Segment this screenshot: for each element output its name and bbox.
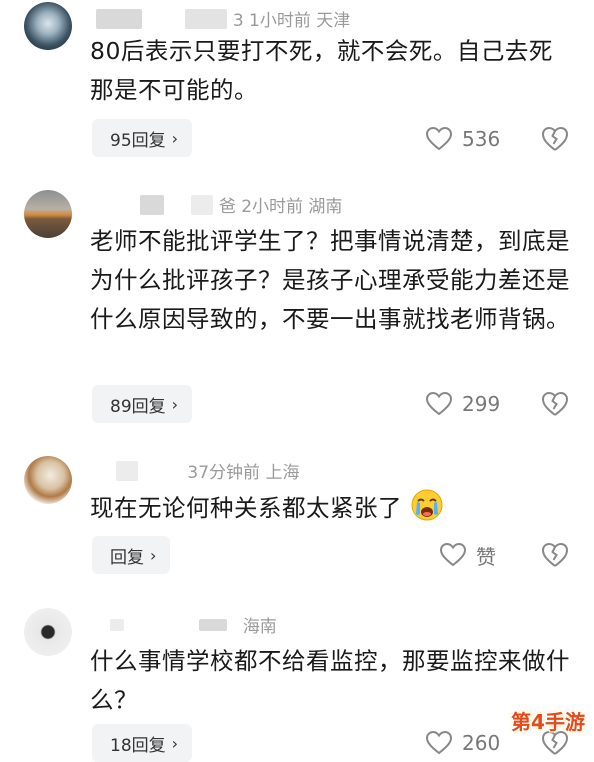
chevron-right-icon: › bbox=[171, 128, 179, 148]
comment-text-body: 现在无论何种关系都太紧张了 bbox=[90, 494, 402, 522]
reply-label: 回复 bbox=[110, 547, 144, 568]
comment-text: 80后表示只要打不死，就不会死。自己去死那是不可能的。 bbox=[90, 37, 553, 104]
comment-meta: 37分钟前 上海 bbox=[96, 458, 300, 483]
broken-heart-icon[interactable] bbox=[541, 391, 569, 417]
reply-button[interactable]: 89回复 › bbox=[92, 385, 193, 423]
comment-meta: 3 1小时前 天津 bbox=[96, 6, 351, 31]
reply-label: 18回复 bbox=[110, 735, 166, 756]
crying-face-emoji bbox=[411, 489, 443, 521]
comment-text: 现在无论何种关系都太紧张了 bbox=[90, 488, 570, 528]
like-count: 260 bbox=[462, 731, 501, 755]
like-button[interactable]: 536 bbox=[426, 124, 500, 154]
avatar[interactable] bbox=[24, 608, 72, 656]
broken-heart-icon[interactable] bbox=[541, 542, 569, 568]
reply-button[interactable]: 回复 › bbox=[92, 536, 171, 574]
heart-outline-icon bbox=[426, 127, 452, 151]
heart-outline-icon bbox=[426, 731, 452, 755]
meta-text: 3 1小时前 天津 bbox=[232, 11, 351, 31]
avatar[interactable] bbox=[24, 2, 72, 50]
like-count: 536 bbox=[462, 127, 501, 151]
heart-outline-icon bbox=[440, 543, 466, 567]
meta-text: 海南 bbox=[242, 617, 277, 637]
like-button[interactable]: 299 bbox=[426, 389, 500, 419]
meta-text: 爸 2小时前 湖南 bbox=[218, 197, 343, 217]
comment-meta: 爸 2小时前 湖南 bbox=[140, 192, 343, 217]
avatar[interactable] bbox=[24, 190, 72, 238]
comment-text: 什么事情学校都不给看监控，那要监控来做什么？ bbox=[90, 647, 570, 714]
chevron-right-icon: › bbox=[171, 733, 179, 753]
like-label: 赞 bbox=[476, 544, 496, 569]
reply-button[interactable]: 18回复 › bbox=[92, 724, 193, 762]
meta-text: 37分钟前 上海 bbox=[187, 463, 300, 483]
avatar[interactable] bbox=[24, 456, 72, 504]
broken-heart-icon[interactable] bbox=[541, 126, 569, 152]
chevron-right-icon: › bbox=[171, 394, 179, 414]
like-count: 299 bbox=[462, 392, 501, 416]
chevron-right-icon: › bbox=[150, 545, 157, 565]
like-button[interactable]: 赞 bbox=[440, 540, 496, 570]
reply-label: 89回复 bbox=[110, 396, 166, 417]
like-button[interactable]: 260 bbox=[426, 728, 500, 758]
heart-outline-icon bbox=[426, 392, 452, 416]
reply-label: 95回复 bbox=[110, 130, 166, 151]
reply-button[interactable]: 95回复 › bbox=[92, 119, 193, 157]
site-watermark: 第4手游 bbox=[511, 709, 585, 734]
comment-meta: 海南 bbox=[96, 612, 277, 637]
comment-text: 老师不能批评学生了？把事情说清楚，到底是为什么批评孩子？是孩子心理承受能力差还是… bbox=[90, 227, 570, 333]
